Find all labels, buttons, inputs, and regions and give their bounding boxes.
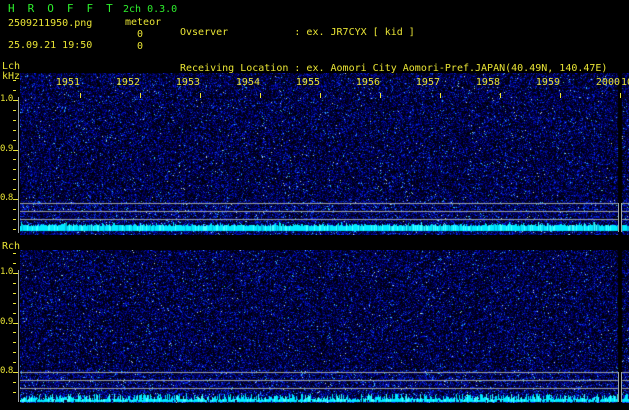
freq-minor-tick <box>13 219 16 220</box>
freq-minor-tick <box>13 179 16 180</box>
rch-spectrogram-canvas <box>20 250 629 403</box>
time-label: 1957 <box>415 77 440 88</box>
freq-minor-tick <box>13 209 16 210</box>
freq-minor-tick <box>13 263 16 264</box>
minute-tick <box>140 93 141 98</box>
freq-minor-tick <box>13 130 16 131</box>
freq-minor-tick <box>13 313 16 314</box>
app-version: 2ch 0.3.0 <box>123 4 177 15</box>
minute-tick <box>260 93 261 98</box>
freq-minor-tick <box>13 80 16 81</box>
write-cursor-edge-line <box>621 372 622 402</box>
freq-minor-tick <box>13 382 16 383</box>
freq-axis-line <box>18 270 19 402</box>
freq-minor-tick <box>13 392 16 393</box>
freq-minor-tick <box>13 293 16 294</box>
lch-spectrogram-panel: 1.0 0.9 0.8 1951 1952 1953 1954 1955 1956 1957 195… <box>0 73 629 235</box>
freq-tick-label: 0.8 <box>0 193 16 204</box>
freq-tick-label: 0.9 <box>0 144 16 155</box>
freq-minor-tick <box>13 229 16 230</box>
freq-minor-tick <box>13 352 16 353</box>
minute-tick <box>320 93 321 98</box>
freq-tick-label: 1.0 <box>0 267 16 278</box>
lch-spectrogram-canvas <box>20 73 629 235</box>
freq-minor-tick <box>13 253 16 254</box>
write-cursor-edge-line <box>618 203 619 232</box>
freq-minor-tick <box>13 90 16 91</box>
freq-minor-tick <box>13 110 16 111</box>
write-cursor-edge-line <box>618 372 619 402</box>
freq-minor-tick <box>13 120 16 121</box>
timestamp: 25.09.21 19:50 <box>8 40 92 51</box>
mode-label: meteor <box>125 17 161 28</box>
time-label: 1959 <box>535 77 560 88</box>
time-label: 2000 <box>595 77 620 88</box>
freq-minor-tick <box>13 362 16 363</box>
freq-axis-line <box>18 97 19 233</box>
freq-minor-tick <box>13 342 16 343</box>
time-label: 1952 <box>115 77 140 88</box>
freq-tick-label: 0.8 <box>0 366 16 377</box>
minute-tick <box>620 93 621 98</box>
freq-minor-tick <box>13 283 16 284</box>
time-label: 1954 <box>235 77 260 88</box>
minute-tick <box>200 93 201 98</box>
freq-tick-label: 0.9 <box>0 317 16 328</box>
freq-minor-tick <box>13 169 16 170</box>
time-label: 1958 <box>475 77 500 88</box>
minute-tick <box>80 93 81 98</box>
time-label: 1953 <box>175 77 200 88</box>
hrofft-output: HROFFT 2ch 0.3.0 2509211950.png meteor 0… <box>0 0 629 410</box>
freq-minor-tick <box>13 189 16 190</box>
output-filename: 2509211950.png <box>8 18 92 29</box>
info-observer: Ovserver : ex. JR7CYX [ kid ] <box>180 27 629 39</box>
freq-minor-tick <box>13 303 16 304</box>
time-label: 1955 <box>295 77 320 88</box>
freq-minor-tick <box>13 332 16 333</box>
minute-tick <box>500 93 501 98</box>
minute-tick <box>440 93 441 98</box>
rch-spectrogram-panel: 1.0 0.9 0.8 <box>0 250 629 403</box>
freq-minor-tick <box>13 159 16 160</box>
time-label: 1951 <box>55 77 80 88</box>
write-cursor-edge-line <box>621 203 622 232</box>
minute-tick <box>380 93 381 98</box>
meteor-count-lch: 0 <box>137 29 143 40</box>
time-label: 1956 <box>355 77 380 88</box>
meteor-count-rch: 0 <box>137 41 143 52</box>
freq-minor-tick <box>13 140 16 141</box>
minute-tick <box>560 93 561 98</box>
freq-tick-label: 1.0 <box>0 94 16 105</box>
time-label-overflow: 10 <box>621 77 629 88</box>
app-title: HROFFT <box>8 3 126 14</box>
